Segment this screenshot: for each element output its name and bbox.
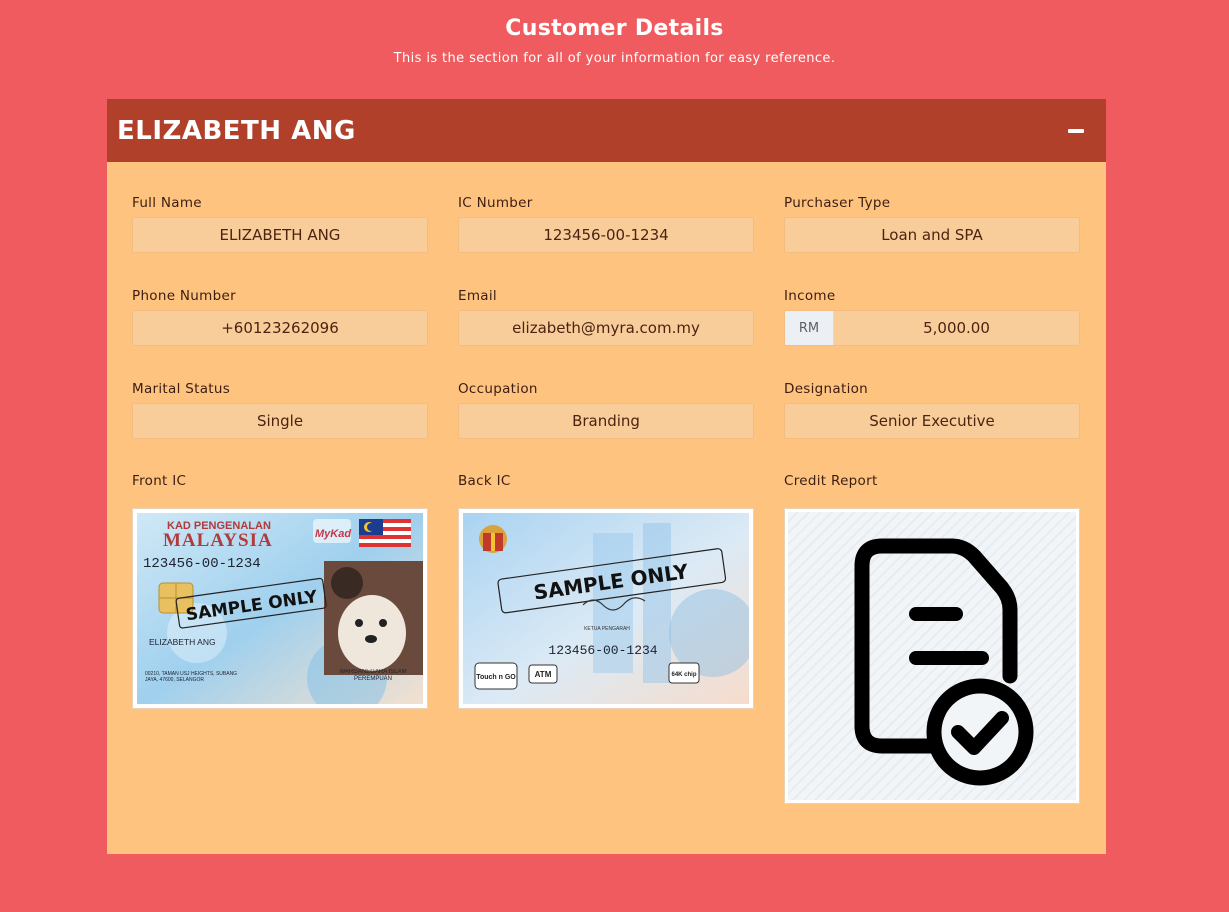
back-ic-graphic: SAMPLE ONLY KETUA PENGARAH 123456-00-123… [463,513,749,704]
page-subtitle: This is the section for all of your info… [393,51,836,66]
document-check-icon [854,538,1034,786]
credit-report-section: Credit Report [784,473,1080,804]
front-ic-address: 00210, TAMAN USJ HEIGHTS, SUBANG JAYA, 4… [145,671,238,683]
field-email: Email elizabeth@myra.com.my [458,287,754,380]
front-ic-brand: MyKad [315,528,351,540]
back-ic-section: Back IC SAMPLE ONLY KETUA PENGARAH 12345… [458,473,754,804]
field-purchaser-type: Purchaser Type Loan and SPA [784,194,1080,287]
currency-addon: RM [785,311,834,345]
email-label: Email [458,288,497,304]
field-designation: Designation Senior Executive [784,380,1080,473]
field-occupation: Occupation Branding [458,380,754,473]
occupation-value: Branding [458,403,754,439]
front-ic-title-2: MALAYSIA [163,530,273,551]
front-ic-section: Front IC KAD PENGENALAN MALAYSIA MyKad 1… [132,473,428,804]
front-ic-number: 123456-00-1234 [143,556,261,572]
credit-report-image[interactable] [784,508,1080,804]
full-name-value: ELIZABETH ANG [132,217,428,253]
marital-status-value: Single [132,403,428,439]
front-ic-graphic: KAD PENGENALAN MALAYSIA MyKad 123456-00-… [137,513,423,704]
phone-value: +60123262096 [132,310,428,346]
front-ic-photo [324,561,423,675]
page-header: Customer Details This is the section for… [0,16,1229,66]
income-input-group: RM 5,000.00 [784,310,1080,346]
phone-label: Phone Number [132,288,236,304]
field-phone: Phone Number +60123262096 [132,287,428,380]
customer-panel: ELIZABETH ANG Full Name ELIZABETH ANG IC… [107,99,1106,854]
occupation-label: Occupation [458,381,538,397]
minus-icon [1068,128,1084,133]
designation-value: Senior Executive [784,403,1080,439]
back-ic-card: SAMPLE ONLY KETUA PENGARAH 123456-00-123… [463,513,749,704]
credit-report-preview [788,512,1076,800]
svg-text:Touch n GO: Touch n GO [476,674,516,681]
field-full-name: Full Name ELIZABETH ANG [132,194,428,287]
touchngo-badge: Touch n GO [474,662,518,690]
front-ic-image[interactable]: KAD PENGENALAN MALAYSIA MyKad 123456-00-… [132,508,428,709]
full-name-label: Full Name [132,195,202,211]
ic-number-value: 123456-00-1234 [458,217,754,253]
page-title: Customer Details [505,16,724,41]
purchaser-type-value: Loan and SPA [784,217,1080,253]
atm-badge: ATM [528,664,558,684]
malaysia-flag-icon [359,519,411,547]
back-ic-number: 123456-00-1234 [548,643,657,658]
designation-label: Designation [784,381,869,397]
chip-badge: 64K chip [668,662,700,684]
front-ic-card: KAD PENGENALAN MALAYSIA MyKad 123456-00-… [137,513,423,704]
front-ic-citizenship: WARGANEGARA ISLAM PEREMPUAN [339,669,407,682]
income-label: Income [784,288,836,304]
field-ic-number: IC Number 123456-00-1234 [458,194,754,287]
front-ic-label: Front IC [132,473,187,489]
collapse-button[interactable] [1062,117,1090,145]
marital-status-label: Marital Status [132,381,231,397]
coat-of-arms-icon [479,525,507,553]
income-value: 5,000.00 [834,311,1079,345]
customer-fields-grid: Full Name ELIZABETH ANG IC Number 123456… [132,194,1080,804]
customer-panel-header[interactable]: ELIZABETH ANG [107,99,1106,162]
back-ic-label: Back IC [458,473,511,489]
customer-name-heading: ELIZABETH ANG [117,115,356,146]
front-ic-name: ELIZABETH ANG [149,637,216,647]
field-marital-status: Marital Status Single [132,380,428,473]
back-ic-image[interactable]: SAMPLE ONLY KETUA PENGARAH 123456-00-123… [458,508,754,709]
ic-number-label: IC Number [458,195,533,211]
field-income: Income RM 5,000.00 [784,287,1080,380]
back-ic-signatory: KETUA PENGARAH [584,626,630,632]
credit-report-label: Credit Report [784,473,878,489]
purchaser-type-label: Purchaser Type [784,195,891,211]
svg-text:64K chip: 64K chip [671,672,696,678]
email-value: elizabeth@myra.com.my [458,310,754,346]
svg-text:ATM: ATM [535,670,552,679]
